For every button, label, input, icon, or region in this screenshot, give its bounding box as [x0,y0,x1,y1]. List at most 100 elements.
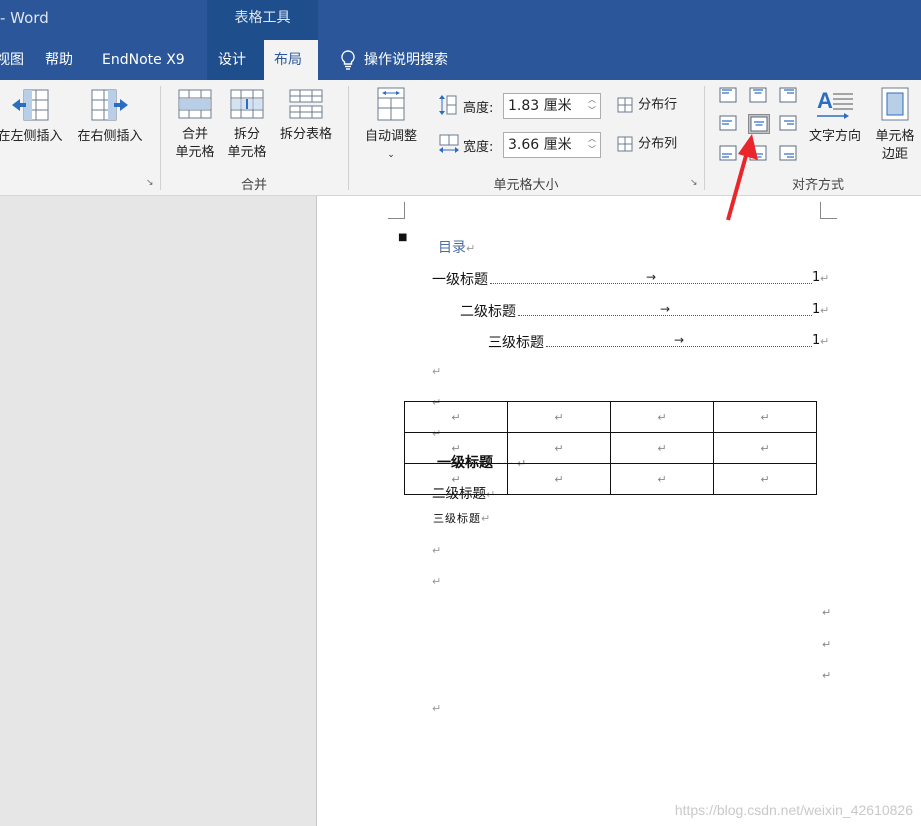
align-top-right-button[interactable] [778,86,800,106]
align-middle-right-button[interactable] [778,114,800,134]
crop-mark [820,202,837,219]
heading-3[interactable]: 三级标题↵ [433,510,491,526]
tab-arrow: → [660,302,671,316]
height-input[interactable]: 1.83 厘米 ︿ ﹀ [503,93,601,119]
text-direction-button[interactable]: A 文字方向 [802,86,868,146]
width-label: 宽度: [463,140,494,155]
split-cells-label-1: 拆分 [233,127,260,142]
insert-left-icon [12,89,49,121]
autofit-dropdown-icon: ⌄ [387,150,395,160]
table-row: ↵ ↵ ↵ ↵ [404,401,817,433]
document-table[interactable]: ↵ ↵ ↵ ↵ ↵ ↵ ↵ ↵ ↵ ↵ ↵ ↵ [404,401,817,495]
align-middle-center-button[interactable] [748,114,770,134]
autofit-button[interactable]: 自动调整 ⌄ [358,86,424,164]
rows-cols-launcher-icon[interactable]: ↘ [146,178,156,188]
tab-arrow: → [674,333,685,347]
insert-right-button[interactable]: 在右侧插入 [72,88,148,146]
distribute-rows-label: 分布行 [638,97,678,113]
cell-margins-button[interactable]: 单元格 边距 [870,86,920,164]
cell-size-launcher-icon[interactable]: ↘ [690,178,700,188]
para-mark: ↵ [432,702,442,715]
align-top-center-button[interactable] [748,86,770,106]
distribute-cols-label: 分布列 [638,136,678,152]
title-bar: - Word 表格工具 [0,0,921,40]
para-mark: ↵ [820,335,830,348]
split-table-button[interactable]: 拆分表格 [274,88,338,144]
app-title: - Word [0,9,49,27]
insert-right-label: 在右侧插入 [77,129,143,144]
insert-left-label: 在左侧插入 [0,129,63,144]
tell-me-search[interactable]: 操作说明搜索 [330,40,458,80]
table-cell[interactable]: ↵ [610,401,714,433]
width-value: 3.66 厘米 [508,137,572,153]
table-cell[interactable]: ↵ [507,463,611,495]
align-top-left-button[interactable] [718,86,740,106]
split-table-label: 拆分表格 [279,127,332,142]
height-icon [439,95,457,115]
align-top-center-icon [749,87,767,103]
autofit-label: 自动调整 [364,129,417,144]
table-cell[interactable]: ↵ [713,463,817,495]
align-middle-right-icon [779,115,797,131]
align-middle-left-button[interactable] [718,114,740,134]
align-top-right-icon [779,87,797,103]
align-top-left-icon [719,87,737,103]
tab-endnote[interactable]: EndNote X9 [92,40,195,80]
toc-entry-3[interactable]: 三级标题 [488,332,544,352]
split-cells-label-2: 单元格 [227,145,267,160]
table-cell[interactable]: ↵ [404,463,508,495]
height-value: 1.83 厘米 [508,98,572,114]
bullet-mark: ■ [398,232,408,243]
cell-margins-label-1: 单元格 [875,129,915,144]
insert-left-button[interactable]: 在左侧插入 [0,88,70,146]
width-icon [439,134,459,153]
table-cell[interactable]: ↵ [404,401,508,433]
align-bottom-right-button[interactable] [778,144,800,164]
table-row: ↵ ↵ ↵ ↵ [404,432,817,464]
merge-cells-label-2: 单元格 [175,145,215,160]
tab-arrow: → [646,270,657,284]
height-spinner-icon[interactable]: ︿ ﹀ [586,94,598,118]
row-end-mark: ↵ [822,669,832,682]
distribute-rows-icon [617,97,633,113]
distribute-cols-icon [617,136,633,152]
text-direction-icon: A [817,88,853,119]
table-cell[interactable]: ↵ [507,401,611,433]
table-cell[interactable]: ↵ [610,432,714,464]
tab-design[interactable]: 设计 [208,40,256,80]
autofit-icon [377,87,405,121]
tell-me-label: 操作说明搜索 [364,52,448,68]
ribbon-tabs: 视图 帮助 EndNote X9 设计 布局 操作说明搜索 [0,40,921,80]
table-tools-context-label: 表格工具 [207,0,318,40]
split-cells-button[interactable]: 拆分 单元格 [222,88,272,162]
split-cells-icon [230,89,264,119]
tab-help[interactable]: 帮助 [35,40,83,80]
table-cell[interactable]: ↵ [507,432,611,464]
tab-view[interactable]: 视图 [0,40,34,80]
width-input[interactable]: 3.66 厘米 ︿ ﹀ [503,132,601,158]
align-middle-center-icon [750,116,768,132]
distribute-cols-button[interactable]: 分布列 [616,135,692,154]
watermark: https://blog.csdn.net/weixin_42610826 [674,802,913,818]
width-spinner-icon[interactable]: ︿ ﹀ [586,133,598,157]
para-mark: ↵ [820,272,830,285]
tab-layout[interactable]: 布局 [264,40,318,80]
merge-cells-icon [178,89,212,119]
merge-cells-button[interactable]: 合并 单元格 [170,88,220,162]
toc-title[interactable]: 目录↵ [438,237,475,257]
align-middle-left-icon [719,115,737,131]
toc-entry-2[interactable]: 二级标题 [460,301,516,321]
table-cell[interactable]: ↵ [713,401,817,433]
table-row: ↵ ↵ ↵ ↵ [404,463,817,495]
crop-mark [388,202,405,219]
row-end-mark: ↵ [822,606,832,619]
toc-entry-1[interactable]: 一级标题 [432,269,488,289]
table-cell[interactable]: ↵ [713,432,817,464]
document-page[interactable] [316,196,921,826]
ribbon: 在左侧插入 在右侧插入 ↘ 合并 单元格 拆分 单元格 拆分表格 合并 自动调整… [0,80,921,196]
table-cell[interactable]: ↵ [404,432,508,464]
distribute-rows-button[interactable]: 分布行 [616,96,692,115]
table-cell[interactable]: ↵ [610,463,714,495]
cell-margins-label-2: 边距 [881,147,908,162]
annotation-arrow-icon [726,134,758,221]
